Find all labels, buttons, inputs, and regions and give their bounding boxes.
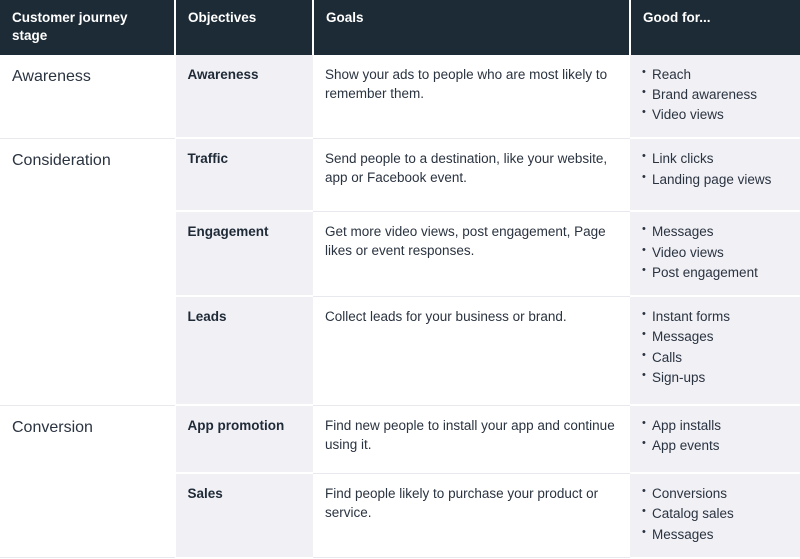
good-for-cell: App installsApp events	[630, 405, 800, 475]
good-for-list: MessagesVideo viewsPost engagement	[642, 221, 788, 283]
good-for-cell: Instant formsMessagesCallsSign-ups	[630, 296, 800, 407]
objective-cell: App promotion	[175, 405, 313, 475]
header-good-for: Good for...	[630, 0, 800, 55]
good-for-list: ConversionsCatalog salesMessages	[642, 483, 788, 545]
customer-journey-table: Customer journey stage Objectives Goals …	[0, 0, 800, 559]
good-for-item: Reach	[642, 64, 788, 85]
good-for-list: App installsApp events	[642, 415, 788, 457]
good-for-list: Link clicksLanding page views	[642, 148, 788, 190]
objective-cell: Engagement	[175, 211, 313, 298]
good-for-item: Video views	[642, 104, 788, 125]
good-for-item: Video views	[642, 242, 788, 263]
good-for-item: Post engagement	[642, 262, 788, 283]
good-for-item: Link clicks	[642, 148, 788, 169]
goal-cell: Send people to a destination, like your …	[313, 138, 630, 212]
journey-table-container: Customer journey stage Objectives Goals …	[0, 0, 800, 559]
goal-cell: Collect leads for your business or brand…	[313, 296, 630, 406]
header-customer-journey-stage: Customer journey stage	[0, 0, 176, 55]
good-for-item: App installs	[642, 415, 788, 436]
good-for-cell: ConversionsCatalog salesMessages	[630, 473, 800, 559]
goal-cell: Find people likely to purchase your prod…	[313, 473, 630, 559]
good-for-cell: ReachBrand awarenessVideo views	[630, 54, 800, 140]
goal-cell: Get more video views, post engagement, P…	[313, 211, 630, 297]
objective-cell: Sales	[175, 473, 313, 559]
table-row: Awareness Awareness Show your ads to peopl…	[0, 54, 800, 140]
good-for-item: Brand awareness	[642, 84, 788, 105]
stage-cell: Awareness	[0, 54, 176, 139]
good-for-item: Catalog sales	[642, 503, 788, 524]
good-for-cell: Link clicksLanding page views	[630, 138, 800, 213]
good-for-item: Landing page views	[642, 169, 788, 190]
table-row: Consideration Traffic Send people to a des…	[0, 138, 800, 406]
stage-cell: Conversion	[0, 405, 176, 559]
good-for-item: Messages	[642, 524, 788, 545]
goal-cell: Find new people to install your app and …	[313, 405, 630, 474]
good-for-list: ReachBrand awarenessVideo views	[642, 64, 788, 126]
good-for-item: Messages	[642, 221, 788, 242]
table-header-row: Customer journey stage Objectives Goals …	[0, 0, 800, 55]
header-goals: Goals	[313, 0, 631, 55]
good-for-item: Instant forms	[642, 306, 788, 327]
table-body: Awareness Awareness Show your ads to peopl…	[0, 54, 800, 559]
stage-cell: Consideration	[0, 138, 176, 406]
table-row: Conversion App promotion Find new people t…	[0, 405, 800, 559]
header-objectives: Objectives	[175, 0, 314, 55]
good-for-list: Instant formsMessagesCallsSign-ups	[642, 306, 788, 388]
good-for-item: Calls	[642, 347, 788, 368]
goal-cell: Show your ads to people who are most lik…	[313, 54, 630, 139]
table-header: Customer journey stage Objectives Goals …	[0, 0, 800, 55]
good-for-cell: MessagesVideo viewsPost engagement	[630, 211, 800, 298]
objective-cell: Awareness	[175, 54, 313, 140]
good-for-item: Sign-ups	[642, 367, 788, 388]
good-for-item: App events	[642, 435, 788, 456]
good-for-item: Messages	[642, 326, 788, 347]
good-for-item: Conversions	[642, 483, 788, 504]
objective-cell: Leads	[175, 296, 313, 407]
objective-cell: Traffic	[175, 138, 313, 213]
